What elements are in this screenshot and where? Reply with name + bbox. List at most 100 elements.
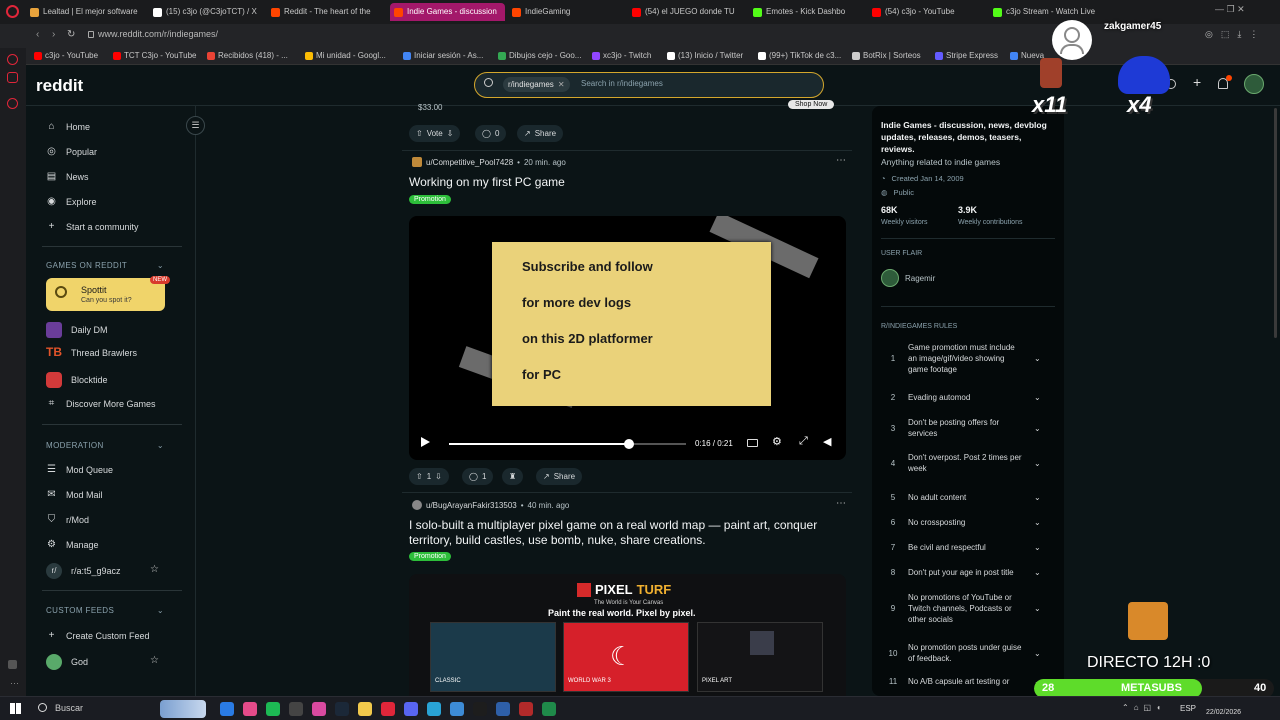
game-blocktide[interactable]: Blocktide <box>46 372 108 388</box>
tray-date[interactable]: 22/02/2026 <box>1206 709 1241 716</box>
rule-item[interactable]: 3 Don't be posting offers for services ⌄ <box>888 417 1058 439</box>
video-scrubber-handle[interactable] <box>624 439 635 449</box>
side-icon-2[interactable] <box>7 72 18 83</box>
taskbar-search-icon[interactable] <box>38 703 47 712</box>
taskbar-app-icon[interactable] <box>404 702 418 716</box>
side-icon-1[interactable] <box>7 54 18 65</box>
nav-popular[interactable]: ◎ Popular <box>46 146 97 157</box>
browser-tab[interactable]: (54) el JUEGO donde TU <box>632 3 747 21</box>
star-icon[interactable]: ☆ <box>150 655 159 666</box>
taskbar-app-icon[interactable] <box>519 702 533 716</box>
rule-item[interactable]: 9 No promotions of YouTube or Twitch chan… <box>888 592 1058 625</box>
post-menu-icon[interactable]: ⋯ <box>836 155 846 166</box>
bookmark-item[interactable]: xc3jo - Twitch <box>592 51 651 60</box>
settings-icon[interactable]: ⚙ <box>772 435 782 448</box>
browser-tab[interactable]: Indie Games - discussion <box>390 3 505 21</box>
taskbar-app-icon[interactable] <box>381 702 395 716</box>
rule-item[interactable]: 5 No adult content ⌄ <box>888 492 1058 503</box>
discover-more-games[interactable]: ⌗ Discover More Games <box>46 398 156 409</box>
browser-tab[interactable]: c3jo Stream - Watch Live <box>993 3 1108 21</box>
downvote-icon[interactable]: ⇩ <box>447 129 454 138</box>
taskbar-app-icon[interactable] <box>473 702 487 716</box>
game-daily-dm[interactable]: Daily DM <box>46 322 108 338</box>
create-post-icon[interactable]: + <box>1193 74 1201 90</box>
rule-item[interactable]: 6 No crossposting ⌄ <box>888 517 1058 528</box>
opera-logo-icon[interactable] <box>6 5 19 18</box>
user-flair-row[interactable]: Ragemir <box>881 269 935 287</box>
bookmark-item[interactable]: BotRix | Sorteos <box>852 51 921 60</box>
bookmark-item[interactable]: Stripe Express <box>935 51 998 60</box>
share-button[interactable]: ↗ Share <box>536 468 583 485</box>
play-icon[interactable] <box>421 437 430 447</box>
post-title[interactable]: I solo-built a multiplayer pixel game on… <box>409 518 829 548</box>
side-icon-3[interactable] <box>7 98 18 109</box>
taskbar-app-icon[interactable] <box>220 702 234 716</box>
taskbar-app-icon[interactable] <box>266 702 280 716</box>
rule-item[interactable]: 10 No promotion posts under guise of feed… <box>888 642 1058 664</box>
post-menu-icon[interactable]: ⋯ <box>836 498 846 509</box>
rule-item[interactable]: 11No A/B capsule art testing or⌄ <box>888 676 1058 687</box>
taskbar-app-icon[interactable] <box>243 702 257 716</box>
chip-close-icon[interactable]: ✕ <box>558 77 565 92</box>
page-scrollbar[interactable] <box>1274 108 1277 338</box>
browser-tab[interactable]: Lealtad | El mejor software <box>30 3 148 21</box>
nav-start-community[interactable]: + Start a community <box>46 221 139 232</box>
bookmark-item[interactable]: (99+) TikTok de c3... <box>758 51 841 60</box>
browser-toolbar-icons[interactable]: ◎⬚⤓⋮ <box>1205 29 1266 40</box>
browser-tab[interactable]: Emotes - Kick Dashbo <box>753 3 865 21</box>
chevron-down-icon[interactable]: ⌄ <box>1034 354 1041 363</box>
post-author[interactable]: u/BugArayanFakir313503 <box>426 501 517 510</box>
mod-queue[interactable]: ☰ Mod Queue <box>46 464 113 475</box>
chevron-down-icon[interactable]: ⌄ <box>1034 604 1041 613</box>
taskbar-app-icon[interactable] <box>358 702 372 716</box>
taskbar-search[interactable]: Buscar <box>55 703 83 713</box>
game-thread-brawlers[interactable]: TB Thread Brawlers <box>46 346 137 358</box>
browser-tab[interactable]: (54) c3jo - YouTube <box>872 3 985 21</box>
video-progress-track[interactable] <box>449 439 686 449</box>
tray-icons[interactable]: ⌃⌂◱◖ <box>1122 703 1166 712</box>
community-link[interactable]: r/r/a:t5_g9acz <box>46 563 121 579</box>
bookmark-item[interactable]: Recibidos (418) - ... <box>207 51 288 60</box>
upvote-icon[interactable]: ⇧ <box>416 472 423 481</box>
bookmark-item[interactable]: c3jo - YouTube <box>34 51 98 60</box>
bookmark-item[interactable]: TCT C3jo - YouTube <box>113 51 196 60</box>
r-mod[interactable]: ⛉ r/Mod <box>46 514 89 525</box>
upvote-icon[interactable]: ⇧ <box>416 129 423 138</box>
rule-item[interactable]: 7 Be civil and respectful ⌄ <box>888 542 1058 553</box>
captions-icon[interactable] <box>747 439 758 447</box>
back-icon[interactable]: ‹ <box>36 29 39 40</box>
bookmark-item[interactable]: Nueva <box>1010 51 1044 60</box>
post-image[interactable]: PIXEL TURF The World is Your Canvas Pain… <box>409 574 846 696</box>
chevron-down-icon[interactable]: ⌄ <box>1034 493 1041 502</box>
downvote-icon[interactable]: ⇩ <box>435 472 442 481</box>
comments-button[interactable]: ◯ 1 <box>462 468 494 485</box>
url-text[interactable]: www.reddit.com/r/indiegames/ <box>98 29 218 39</box>
taskbar-app-icon[interactable] <box>542 702 556 716</box>
taskbar-app-icon[interactable] <box>312 702 326 716</box>
nav-news[interactable]: ▤ News <box>46 171 89 182</box>
vote-button[interactable]: ⇧ 1 ⇩ <box>409 468 449 485</box>
forward-icon[interactable]: › <box>52 29 55 40</box>
rule-item[interactable]: 2 Evading automod ⌄ <box>888 392 1058 403</box>
comments-button[interactable]: ◯ 0 <box>475 125 507 142</box>
taskbar-app-icon[interactable] <box>496 702 510 716</box>
bookmark-item[interactable]: (13) Inicio / Twitter <box>667 51 743 60</box>
collapse-sidebar-button[interactable]: ☰ <box>186 116 205 135</box>
rule-item[interactable]: 4 Don't overpost. Post 2 times per week ⌄ <box>888 452 1058 474</box>
nav-explore[interactable]: ◉ Explore <box>46 196 96 207</box>
chevron-down-icon[interactable]: ⌄ <box>1034 424 1041 433</box>
volume-icon[interactable]: ◀ <box>823 435 831 448</box>
chevron-down-icon[interactable]: ⌄ <box>1034 543 1041 552</box>
bookmark-item[interactable]: Iniciar sesión - As... <box>403 51 483 60</box>
rule-item[interactable]: 8 Don't put your age in post title ⌄ <box>888 567 1058 578</box>
shop-now-button[interactable]: Shop Now <box>788 100 835 109</box>
post-card[interactable]: u/Competitive_Pool7428 • 20 min. ago ⋯ W… <box>402 155 852 485</box>
chevron-down-icon[interactable]: ⌄ <box>1034 649 1041 658</box>
post-author[interactable]: u/Competitive_Pool7428 <box>426 158 513 167</box>
post-title[interactable]: Working on my first PC game <box>409 175 565 190</box>
share-button[interactable]: ↗ Share <box>517 125 564 142</box>
manage[interactable]: ⚙ Manage <box>46 539 99 550</box>
taskbar-app-icon[interactable] <box>427 702 441 716</box>
side-more-icon[interactable]: ⋯ <box>10 678 19 689</box>
reddit-logo[interactable]: reddit <box>36 76 83 96</box>
